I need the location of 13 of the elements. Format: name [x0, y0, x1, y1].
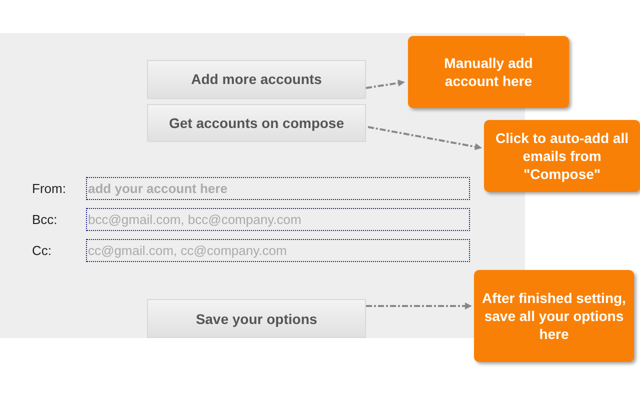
- callout: After finished setting, save all your options here: [474, 270, 634, 362]
- save-button[interactable]: Save your options: [147, 299, 366, 338]
- field-label: From:: [31, 181, 67, 196]
- account-button[interactable]: Add more accounts: [147, 60, 366, 99]
- callout: Click to auto-add all emails from "Compose": [484, 120, 640, 192]
- account-button[interactable]: Get accounts on compose: [147, 104, 366, 142]
- arrow: [366, 80, 405, 89]
- input-field[interactable]: bcc@gmail.com, bcc@company.com: [86, 208, 470, 232]
- field-label: Cc:: [31, 243, 52, 258]
- field-label: Bcc:: [31, 212, 58, 228]
- input-field[interactable]: cc@gmail.com, cc@company.com: [86, 239, 470, 262]
- callout: Manually add account here: [408, 36, 569, 108]
- input-field[interactable]: add your account here: [86, 177, 470, 200]
